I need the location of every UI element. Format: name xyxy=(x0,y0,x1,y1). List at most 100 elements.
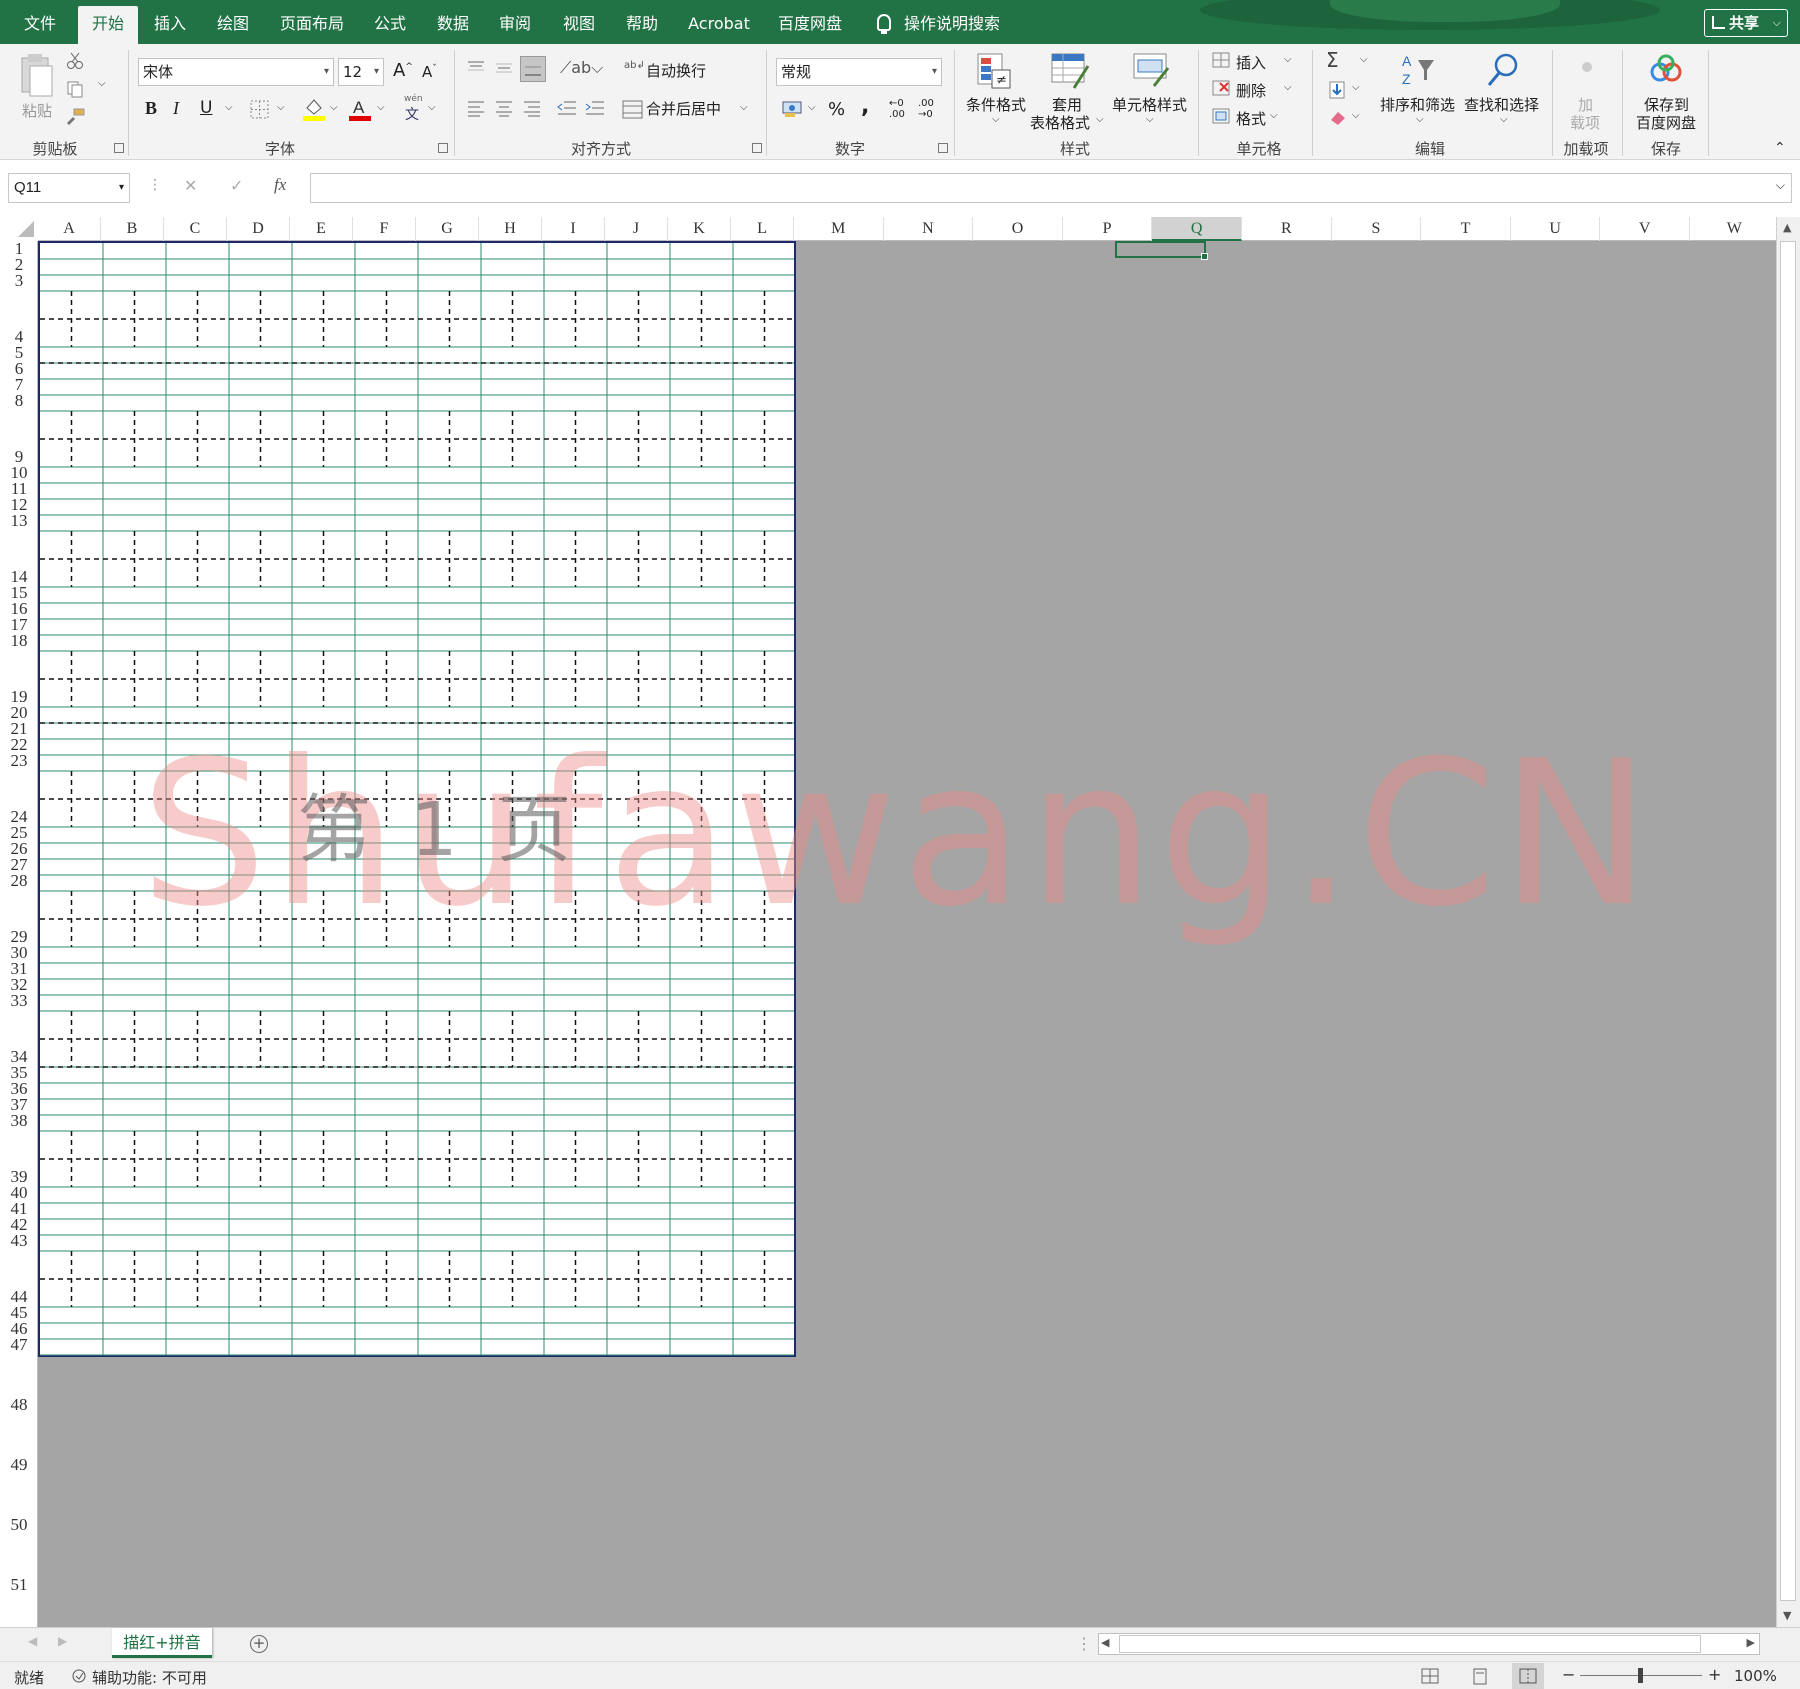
delete-cells-button[interactable]: 删除 xyxy=(1236,80,1266,101)
conditional-formatting-button[interactable]: ≠ 条件格式 ⌵ xyxy=(962,50,1032,134)
sort-filter-button[interactable]: AZ 排序和筛选 ⌵ xyxy=(1380,50,1460,134)
accounting-format-icon[interactable] xyxy=(782,100,804,118)
chevron-down-icon[interactable]: ⌵ xyxy=(1352,110,1360,121)
column-header-e[interactable]: E xyxy=(290,217,353,241)
addins-button[interactable]: 加 载项 xyxy=(1560,50,1612,134)
selected-cell[interactable] xyxy=(1115,241,1208,260)
column-header-d[interactable]: D xyxy=(227,217,290,241)
grow-font-button[interactable]: A^ xyxy=(393,60,413,81)
align-middle-icon[interactable] xyxy=(494,60,514,76)
column-header-w[interactable]: W xyxy=(1690,217,1780,241)
clear-icon[interactable] xyxy=(1328,108,1348,126)
insert-function-button[interactable]: fx xyxy=(274,175,286,195)
select-all-button[interactable] xyxy=(0,217,38,241)
vertical-scroll-thumb[interactable] xyxy=(1780,241,1796,1601)
zoom-out-button[interactable]: − xyxy=(1562,1665,1575,1684)
chevron-down-icon[interactable]: ⌵ xyxy=(225,102,233,113)
format-as-table-button[interactable]: 套用 表格格式 ⌵ xyxy=(1030,50,1110,134)
column-header-m[interactable]: M xyxy=(794,217,884,241)
align-bottom-button[interactable] xyxy=(520,56,546,82)
tab-draw[interactable]: 绘图 xyxy=(208,0,258,44)
add-sheet-button[interactable]: + xyxy=(250,1635,268,1653)
zoom-slider-thumb[interactable] xyxy=(1638,1668,1643,1683)
phonetic-button[interactable]: 文 xyxy=(405,104,419,124)
orientation-button[interactable]: ⟋ab⌵ xyxy=(560,58,603,78)
row-header-3[interactable]: 3 xyxy=(0,272,37,289)
tell-me-search[interactable]: 操作说明搜索 xyxy=(904,0,1014,44)
scroll-left-icon[interactable]: ◀ xyxy=(1101,1636,1109,1649)
align-right-icon[interactable] xyxy=(522,100,542,118)
cancel-button[interactable]: ✕ xyxy=(184,176,197,195)
chevron-down-icon[interactable]: ⌵ xyxy=(1270,110,1278,121)
tab-file[interactable]: 文件 xyxy=(12,0,68,44)
column-header-r[interactable]: R xyxy=(1242,217,1332,241)
font-name-box[interactable]: 宋体 ▾ xyxy=(138,58,334,86)
prev-sheet-icon[interactable]: ◀ xyxy=(28,1634,37,1648)
find-select-button[interactable]: 查找和选择 ⌵ xyxy=(1462,50,1542,134)
increase-indent-icon[interactable] xyxy=(584,100,606,118)
normal-view-icon[interactable] xyxy=(1420,1667,1440,1685)
chevron-down-icon[interactable]: ⌵ xyxy=(377,102,385,113)
row-header-51[interactable]: 51 xyxy=(0,1576,37,1593)
column-header-s[interactable]: S xyxy=(1332,217,1422,241)
zoom-in-button[interactable]: + xyxy=(1708,1665,1721,1684)
scroll-down-icon[interactable]: ▼ xyxy=(1783,1609,1791,1622)
tab-baidu[interactable]: 百度网盘 xyxy=(772,0,848,44)
chevron-down-icon[interactable]: ⌵ xyxy=(277,102,285,113)
column-header-o[interactable]: O xyxy=(973,217,1063,241)
row-header-23[interactable]: 23 xyxy=(0,752,37,769)
row-header-18[interactable]: 18 xyxy=(0,632,37,649)
chevron-down-icon[interactable]: ⌵ xyxy=(1284,82,1292,93)
row-header-48[interactable]: 48 xyxy=(0,1396,37,1413)
decrease-decimal-button[interactable]: .00 →0 xyxy=(918,98,934,120)
fill-color-icon[interactable] xyxy=(302,96,326,122)
format-painter-icon[interactable] xyxy=(66,108,86,126)
tab-help[interactable]: 帮助 xyxy=(616,0,668,44)
align-left-icon[interactable] xyxy=(466,100,486,118)
row-header-49[interactable]: 49 xyxy=(0,1456,37,1473)
chevron-down-icon[interactable]: ⌵ xyxy=(1284,54,1292,65)
next-sheet-icon[interactable]: ▶ xyxy=(58,1634,67,1648)
copy-icon[interactable] xyxy=(66,80,84,98)
row-header-47[interactable]: 47 xyxy=(0,1336,37,1353)
column-header-t[interactable]: T xyxy=(1421,217,1511,241)
decrease-indent-icon[interactable] xyxy=(556,100,578,118)
row-header-43[interactable]: 43 xyxy=(0,1232,37,1249)
tab-home[interactable]: 开始 xyxy=(78,6,138,44)
font-size-box[interactable]: 12 ▾ xyxy=(338,58,384,86)
bold-button[interactable]: B xyxy=(145,98,157,119)
align-top-icon[interactable] xyxy=(466,60,486,76)
column-header-a[interactable]: A xyxy=(38,217,101,241)
comma-button[interactable]: , xyxy=(861,94,869,119)
row-header-50[interactable]: 50 xyxy=(0,1516,37,1533)
tab-review[interactable]: 审阅 xyxy=(490,0,540,44)
tab-split-grip[interactable]: ⋮ xyxy=(1076,1634,1092,1653)
tab-formulas[interactable]: 公式 xyxy=(366,0,414,44)
column-header-h[interactable]: H xyxy=(479,217,542,241)
row-header-28[interactable]: 28 xyxy=(0,872,37,889)
enter-button[interactable]: ✓ xyxy=(230,176,243,195)
column-header-q[interactable]: Q xyxy=(1152,217,1242,241)
save-to-baidu-button[interactable]: 保存到 百度网盘 xyxy=(1630,50,1702,134)
horizontal-scrollbar[interactable]: ◀ ▶ xyxy=(1098,1633,1760,1655)
column-header-c[interactable]: C xyxy=(164,217,227,241)
chevron-down-icon[interactable]: ⌵ xyxy=(1352,82,1360,93)
formula-input[interactable]: ⌵ xyxy=(310,173,1792,203)
font-color-icon[interactable]: A xyxy=(348,96,372,122)
scroll-right-icon[interactable]: ▶ xyxy=(1747,1636,1755,1649)
column-header-b[interactable]: B xyxy=(101,217,164,241)
percent-button[interactable]: % xyxy=(828,99,845,120)
tab-page-layout[interactable]: 页面布局 xyxy=(274,0,350,44)
row-header-8[interactable]: 8 xyxy=(0,392,37,409)
dialog-launcher-icon[interactable] xyxy=(114,143,124,153)
dialog-launcher-icon[interactable] xyxy=(752,143,762,153)
tab-data[interactable]: 数据 xyxy=(428,0,478,44)
italic-button[interactable]: I xyxy=(173,98,179,119)
merge-center-icon[interactable] xyxy=(622,100,644,120)
row-header-33[interactable]: 33 xyxy=(0,992,37,1009)
vertical-scrollbar[interactable]: ▲ ▼ xyxy=(1776,217,1800,1627)
share-button[interactable]: 共享 ⌵ xyxy=(1704,9,1788,37)
row-header-13[interactable]: 13 xyxy=(0,512,37,529)
chevron-down-icon[interactable]: ⌵ xyxy=(808,102,816,113)
chevron-down-icon[interactable]: ⌵ xyxy=(428,102,436,113)
